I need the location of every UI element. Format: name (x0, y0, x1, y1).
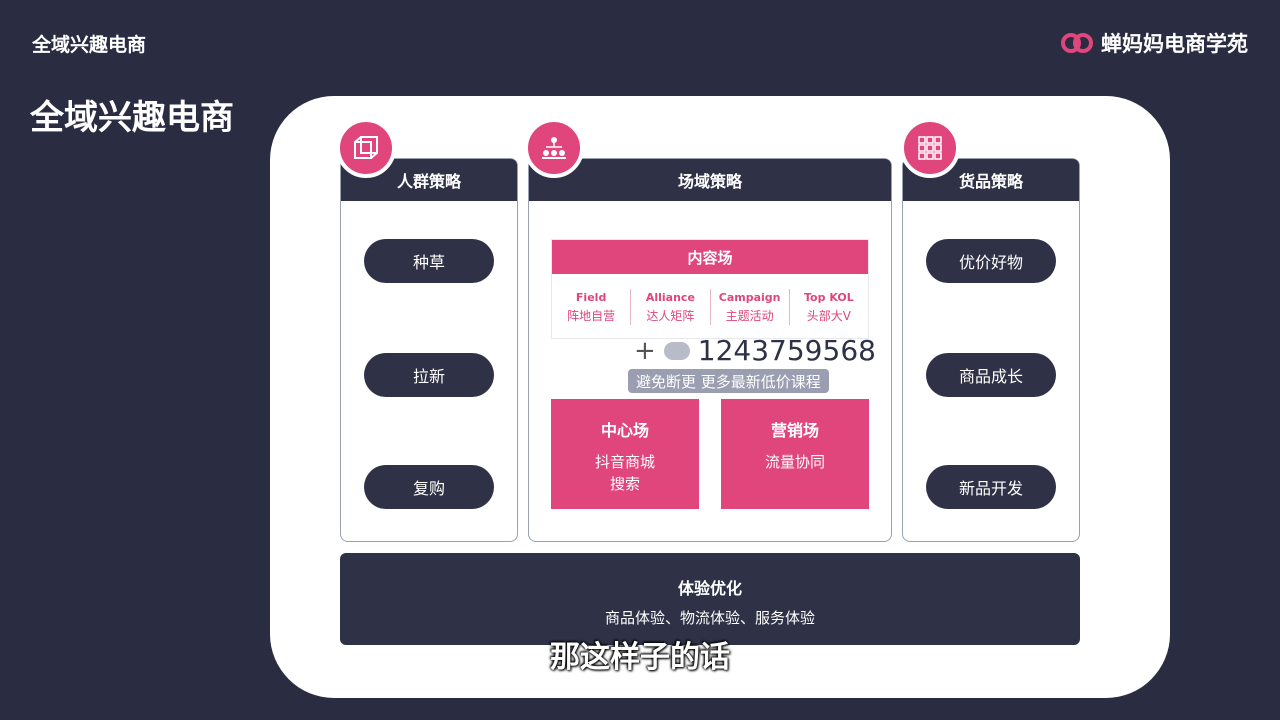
brand-name: 蝉妈妈电商学苑 (1101, 32, 1248, 56)
content-cell: Alliance 达人矩阵 (631, 289, 711, 325)
video-caption: 那这样子的话 (550, 640, 730, 675)
content-cell: Field 阵地自营 (552, 289, 632, 325)
qq-watermark: + 1243759568 (634, 334, 876, 367)
content-field-title: 内容场 (552, 240, 868, 274)
goods-item: 商品成长 (926, 353, 1056, 397)
header-title: 全域兴趣电商 (32, 34, 147, 56)
audience-item: 种草 (364, 239, 494, 283)
brand-logo-icon (1061, 33, 1093, 53)
audience-item: 复购 (364, 465, 494, 509)
page-title: 全域兴趣电商 (30, 98, 234, 138)
qq-number: 1243759568 (697, 334, 876, 367)
people-network-icon (524, 118, 584, 178)
watermark-notice: 避免断更 更多最新低价课程 (628, 369, 829, 393)
chat-bubble-icon (663, 341, 690, 360)
goods-item: 新品开发 (926, 465, 1056, 509)
experience-title: 体验优化 (677, 579, 742, 598)
cube-icon (336, 118, 396, 178)
marketing-field-box: 营销场 流量协同 (721, 399, 869, 509)
brand: 蝉妈妈电商学苑 (1061, 28, 1248, 58)
audience-column: 人群策略 种草 拉新 复购 (340, 158, 518, 542)
content-field-box: 内容场 Field 阵地自营 Alliance 达人矩阵 Campaign 主题… (551, 239, 869, 339)
plus-icon: + (634, 335, 656, 366)
diagram-canvas: 人群策略 种草 拉新 复购 场域策略 内容场 Field 阵地自营 Allian… (270, 96, 1170, 698)
field-column-title: 场域策略 (529, 159, 891, 201)
content-cell: Top KOL 头部大V (804, 291, 854, 323)
audience-item: 拉新 (364, 353, 494, 397)
content-cell: Campaign 主题活动 (711, 289, 790, 325)
grid-icon (900, 118, 960, 178)
goods-item: 优价好物 (926, 239, 1056, 283)
goods-column: 货品策略 优价好物 商品成长 新品开发 (902, 158, 1080, 542)
center-field-box: 中心场 抖音商城 搜索 (551, 399, 699, 509)
experience-subtitle: 商品体验、物流体验、服务体验 (604, 609, 815, 627)
